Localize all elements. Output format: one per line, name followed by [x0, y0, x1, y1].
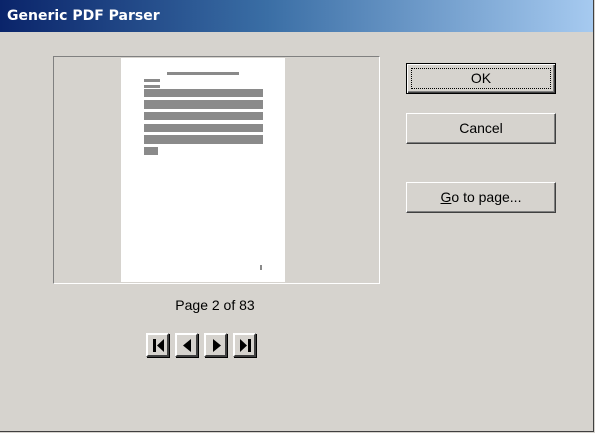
text-line: [144, 124, 263, 132]
cancel-button[interactable]: Cancel: [406, 113, 556, 144]
first-page-button[interactable]: [146, 333, 169, 357]
text-line: [144, 147, 158, 155]
cancel-button-label: Cancel: [459, 120, 503, 136]
page-thumbnail: [121, 58, 285, 282]
go-to-page-accelerator: G: [440, 189, 452, 205]
previous-page-button[interactable]: [175, 333, 198, 357]
heading-line: [167, 72, 239, 75]
text-line: [144, 112, 263, 120]
ok-button[interactable]: OK: [406, 63, 556, 94]
window-title: Generic PDF Parser: [7, 8, 160, 24]
text-line: [144, 85, 160, 88]
ok-button-label: OK: [470, 70, 492, 86]
go-to-page-label-rest: o to page...: [451, 189, 522, 205]
next-page-button[interactable]: [204, 333, 227, 357]
title-bar[interactable]: Generic PDF Parser: [0, 0, 593, 32]
last-page-button[interactable]: [233, 333, 256, 357]
page-number-mark: [260, 265, 262, 270]
pdf-parser-dialog: Generic PDF Parser Page 2 of 83 OK Cance…: [0, 0, 594, 432]
text-line: [144, 79, 160, 82]
go-to-page-button[interactable]: Go to page...: [406, 182, 556, 213]
page-preview-frame: [53, 56, 380, 284]
text-line: [144, 100, 263, 109]
text-line: [144, 89, 263, 97]
page-indicator: Page 2 of 83: [175, 297, 255, 313]
text-line: [144, 135, 263, 144]
go-to-page-label: Go to page...: [441, 189, 522, 205]
